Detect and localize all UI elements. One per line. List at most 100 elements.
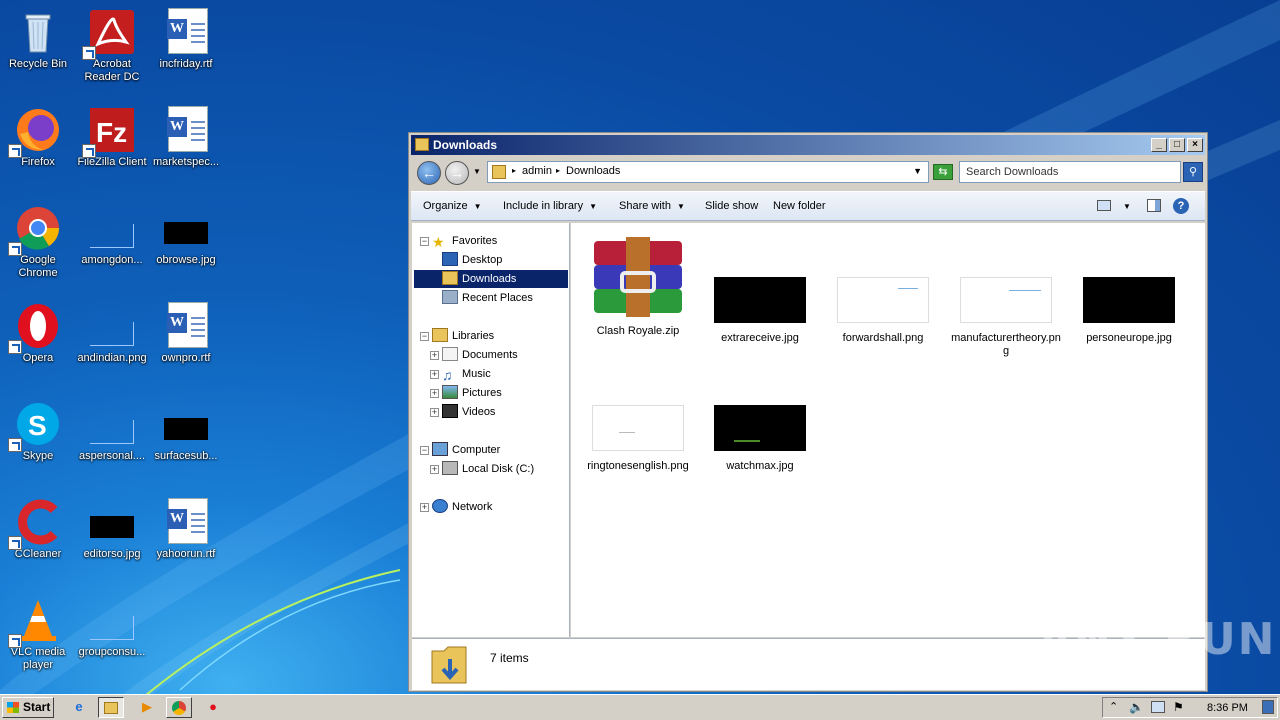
forward-button[interactable]: → xyxy=(445,161,469,185)
file-item[interactable]: Clash Royale.zip xyxy=(583,237,693,338)
file-name: ringtonesenglish.png xyxy=(587,460,689,472)
desktop-icon-aspersonal[interactable]: aspersonal.... xyxy=(74,396,150,488)
file-item[interactable]: forwardshall.png xyxy=(828,277,938,345)
nav-downloads[interactable]: Downloads xyxy=(414,270,568,288)
file-item[interactable]: extrareceive.jpg xyxy=(705,277,815,345)
desktop-icon-label: VLC media player xyxy=(10,646,66,671)
desktop-icon-andindian[interactable]: andindian.png xyxy=(74,298,150,390)
breadcrumb-downloads[interactable]: Downloads xyxy=(566,165,620,177)
organize-label: Organize xyxy=(423,200,468,212)
search-input[interactable]: Search Downloads xyxy=(959,161,1181,183)
preview-pane-icon[interactable] xyxy=(1147,199,1161,212)
file-item[interactable]: ringtonesenglish.png xyxy=(583,405,693,473)
filezilla-icon: Fz xyxy=(82,106,136,158)
breadcrumb-chevron-icon[interactable]: ▸ xyxy=(556,166,560,175)
word-document-icon xyxy=(162,8,210,56)
desktop-icon-editorso[interactable]: editorso.jpg xyxy=(74,494,150,586)
address-dropdown-icon[interactable]: ▼ xyxy=(913,166,922,176)
clock[interactable]: 8:36 PM xyxy=(1207,702,1248,714)
desktop-icon-firefox[interactable]: Firefox xyxy=(0,102,76,194)
media-player-icon[interactable]: ▶ xyxy=(134,697,160,718)
help-icon[interactable]: ? xyxy=(1173,198,1189,214)
nav-recent-places[interactable]: Recent Places xyxy=(442,289,533,307)
desktop-icon-ccleaner[interactable]: CCleaner xyxy=(0,494,76,586)
desktop-icon xyxy=(442,252,458,266)
expand-icon[interactable]: + xyxy=(420,503,429,512)
skype-icon: S xyxy=(8,400,62,452)
breadcrumb-chevron-icon[interactable]: ▸ xyxy=(512,166,516,175)
desktop-icon-chrome[interactable]: Google Chrome xyxy=(0,200,76,292)
file-name: Clash Royale.zip xyxy=(596,325,680,337)
expand-icon[interactable]: + xyxy=(430,408,439,417)
desktop-icon-label: amongdon... xyxy=(81,254,143,266)
nav-local-disk[interactable]: Local Disk (C:) xyxy=(442,460,534,478)
maximize-button[interactable]: □ xyxy=(1169,138,1185,152)
slide-show-button[interactable]: Slide show xyxy=(705,200,758,212)
desktop-icon-acrobat[interactable]: Acrobat Reader DC xyxy=(74,4,150,96)
show-desktop-icon[interactable] xyxy=(1262,700,1274,714)
title-bar[interactable]: Downloads _ □ × xyxy=(411,135,1205,155)
collapse-icon[interactable]: − xyxy=(420,332,429,341)
desktop-icon-recycle-bin[interactable]: Recycle Bin xyxy=(0,4,76,96)
chrome-taskbar-icon[interactable] xyxy=(166,697,192,718)
show-hidden-icons-icon[interactable]: ⌃ xyxy=(1109,700,1118,713)
search-icon[interactable]: ⚲ xyxy=(1183,162,1203,182)
desktop-icon-label: incfriday.rtf xyxy=(159,58,213,70)
downloads-folder-icon xyxy=(442,271,458,285)
desktop-icon-label: andindian.png xyxy=(77,352,147,364)
nav-computer[interactable]: Computer xyxy=(432,441,500,459)
nav-desktop[interactable]: Desktop xyxy=(442,251,502,269)
organize-button[interactable]: Organize ▼ xyxy=(423,200,482,212)
desktop-icon-ownpro[interactable]: ownpro.rtf xyxy=(148,298,224,390)
ccleaner-icon xyxy=(8,498,62,550)
nav-libraries[interactable]: Libraries xyxy=(432,327,494,345)
collapse-icon[interactable]: − xyxy=(420,446,429,455)
new-folder-button[interactable]: New folder xyxy=(773,200,826,212)
nav-favorites[interactable]: ★ Favorites xyxy=(432,232,497,250)
desktop-icon-vlc[interactable]: VLC media player xyxy=(0,592,76,684)
recent-pages-chevron-icon[interactable]: ▼ xyxy=(473,167,481,176)
volume-icon[interactable]: 🔈 xyxy=(1129,700,1144,714)
desktop-icon-surfacesub[interactable]: surfacesub... xyxy=(148,396,224,488)
collapse-icon[interactable]: − xyxy=(420,237,429,246)
file-item[interactable]: personeurope.jpg xyxy=(1074,277,1184,345)
desktop-icon-obrowse[interactable]: obrowse.jpg xyxy=(148,200,224,292)
opera-taskbar-icon[interactable]: ● xyxy=(200,697,226,718)
desktop-icon-filezilla[interactable]: Fz FileZilla Client xyxy=(74,102,150,194)
network-tray-icon[interactable] xyxy=(1151,701,1165,713)
view-options-icon[interactable] xyxy=(1097,200,1111,211)
explorer-taskbar-button[interactable] xyxy=(98,697,124,718)
music-icon: ♫ xyxy=(442,367,453,383)
desktop-icon-marketspec[interactable]: marketspec... xyxy=(148,102,224,194)
nav-network[interactable]: Network xyxy=(432,498,492,516)
share-with-button[interactable]: Share with ▼ xyxy=(619,200,685,212)
expand-icon[interactable]: + xyxy=(430,465,439,474)
nav-pictures[interactable]: Pictures xyxy=(442,384,502,402)
expand-icon[interactable]: + xyxy=(430,370,439,379)
expand-icon[interactable]: + xyxy=(430,389,439,398)
desktop-icon-amongdon[interactable]: amongdon... xyxy=(74,200,150,292)
refresh-icon[interactable]: ⇆ xyxy=(933,164,953,180)
nav-music[interactable]: ♫ Music xyxy=(442,365,491,383)
file-item[interactable]: watchmax.jpg xyxy=(705,405,815,473)
desktop-icon-incfriday[interactable]: incfriday.rtf xyxy=(148,4,224,96)
desktop-icon-opera[interactable]: Opera xyxy=(0,298,76,390)
nav-documents[interactable]: Documents xyxy=(442,346,518,364)
view-dropdown-icon[interactable]: ▼ xyxy=(1123,202,1131,211)
address-bar[interactable]: ▸ admin ▸ Downloads ▼ xyxy=(487,161,929,183)
internet-explorer-icon[interactable]: e xyxy=(66,697,92,718)
desktop-icon-groupconsu[interactable]: groupconsu... xyxy=(74,592,150,684)
minimize-button[interactable]: _ xyxy=(1151,138,1167,152)
pictures-icon xyxy=(442,385,458,399)
include-in-library-button[interactable]: Include in library ▼ xyxy=(503,200,597,212)
back-button[interactable]: ← xyxy=(417,161,441,185)
expand-icon[interactable]: + xyxy=(430,351,439,360)
desktop-icon-skype[interactable]: S Skype xyxy=(0,396,76,488)
close-button[interactable]: × xyxy=(1187,138,1203,152)
start-button[interactable]: Start xyxy=(2,697,54,718)
breadcrumb-admin[interactable]: admin xyxy=(522,165,552,177)
action-center-flag-icon[interactable]: ⚑ xyxy=(1173,700,1184,714)
nav-videos[interactable]: Videos xyxy=(442,403,495,421)
file-item[interactable]: manufacturertheory.png xyxy=(951,277,1061,358)
desktop-icon-yahoorun[interactable]: yahoorun.rtf xyxy=(148,494,224,586)
